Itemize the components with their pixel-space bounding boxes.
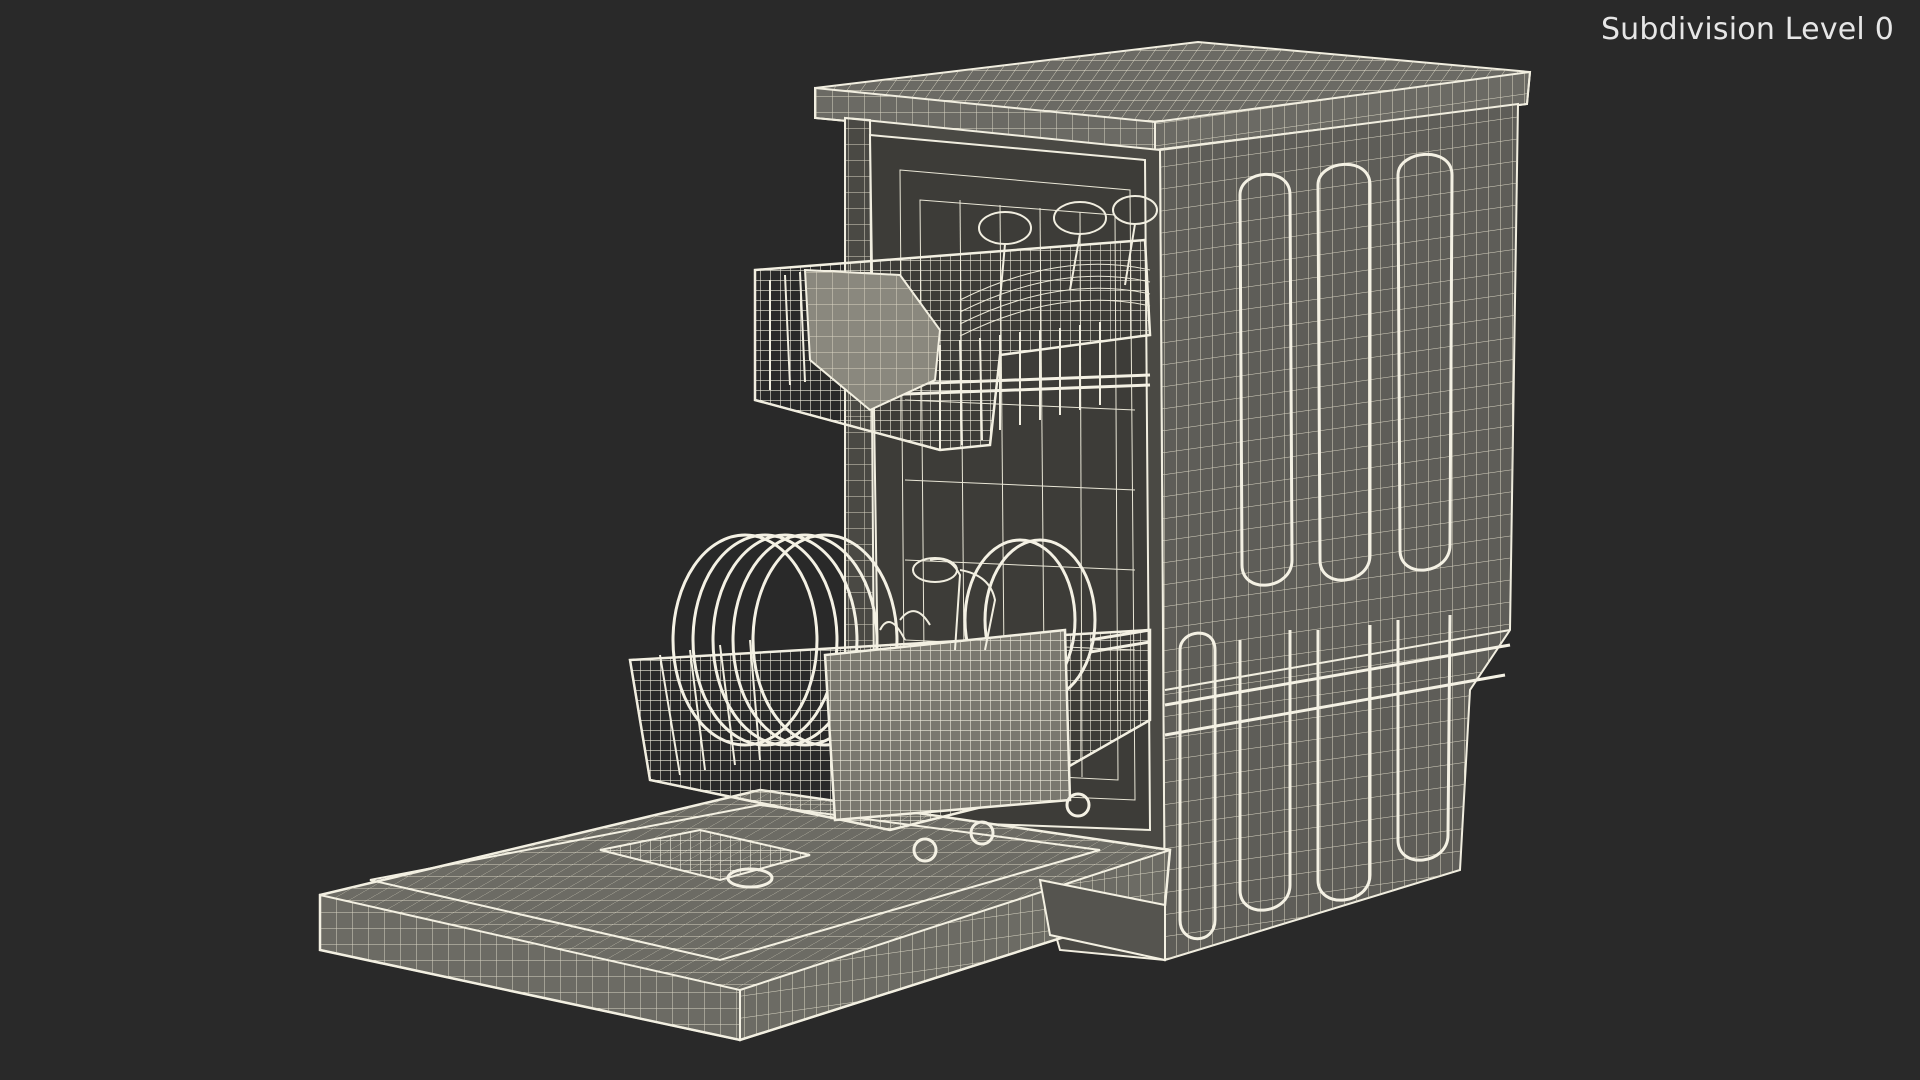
3d-viewport[interactable]: Subdivision Level 0 bbox=[0, 0, 1920, 1080]
subdivision-level-label: Subdivision Level 0 bbox=[1600, 12, 1894, 47]
side-panel bbox=[1158, 102, 1520, 962]
dishwasher-wireframe-model bbox=[318, 40, 1532, 1042]
